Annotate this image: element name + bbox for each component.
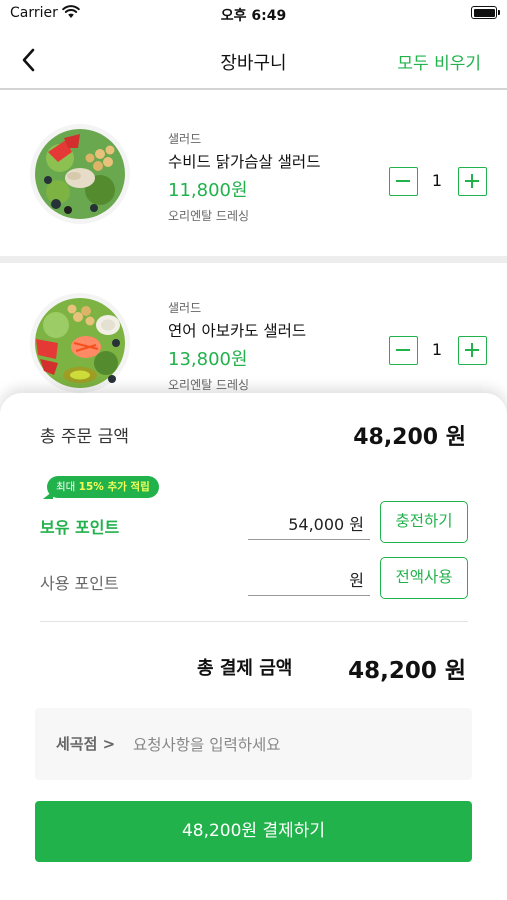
total-order-value: 48,200 원 <box>353 425 466 450</box>
quantity-value: 1 <box>431 340 443 359</box>
quantity-increase-button[interactable] <box>458 336 487 365</box>
use-points-label: 사용 포인트 <box>40 574 119 593</box>
final-amount-label: 총 결제 금액 <box>197 658 293 679</box>
status-time: 오후 6:49 <box>220 8 287 24</box>
charge-points-button[interactable]: 충전하기 <box>380 501 468 543</box>
quantity-increase-button[interactable] <box>458 167 487 196</box>
payment-summary-panel: 총 주문 금액 48,200 원 최대 15% 추가 적립 보유 포인트 54,… <box>0 393 507 900</box>
salmon-salad-image <box>30 293 130 393</box>
item-price: 11,800원 <box>168 180 248 201</box>
owned-points-value: 54,000 원 <box>288 515 364 534</box>
use-points-unit: 원 <box>349 571 364 590</box>
pay-button[interactable]: 48,200원 결제하기 <box>35 801 472 862</box>
badge-highlight: 15% 추가 적립 <box>78 481 150 493</box>
badge-prefix: 최대 <box>56 481 79 493</box>
point-reward-badge: 최대 15% 추가 적립 <box>43 476 159 499</box>
item-category: 샐러드 <box>168 301 202 315</box>
item-option: 오리엔탈 드레싱 <box>168 209 250 223</box>
nav-bar: 장바구니 모두 비우기 <box>0 34 507 90</box>
item-category: 샐러드 <box>168 132 202 146</box>
chicken-salad-image <box>30 124 130 224</box>
item-divider <box>0 256 507 263</box>
quantity-decrease-button[interactable] <box>389 167 418 196</box>
quantity-value: 1 <box>431 171 443 190</box>
use-points-input[interactable]: 원 <box>248 559 370 596</box>
battery-icon <box>471 6 500 19</box>
total-order-label: 총 주문 금액 <box>40 427 130 447</box>
item-price: 13,800원 <box>168 349 248 370</box>
request-input[interactable]: 세곡점 > 요청사항을 입력하세요 <box>35 708 472 780</box>
owned-points-label: 보유 포인트 <box>40 518 120 537</box>
clear-all-button[interactable]: 모두 비우기 <box>397 49 481 74</box>
summary-divider <box>40 621 468 622</box>
use-all-points-button[interactable]: 전액사용 <box>380 557 468 599</box>
cart-item: 샐러드 수비드 닭가슴살 샐러드 11,800원 오리엔탈 드레싱 1 <box>0 94 507 256</box>
item-option: 오리엔탈 드레싱 <box>168 378 250 392</box>
quantity-decrease-button[interactable] <box>389 336 418 365</box>
store-selector[interactable]: 세곡점 > <box>56 733 115 754</box>
final-amount-value: 48,200 원 <box>348 658 466 684</box>
owned-points-field: 54,000 원 <box>248 503 370 540</box>
request-placeholder: 요청사항을 입력하세요 <box>133 736 281 754</box>
status-bar: Carrier 오후 6:49 <box>0 0 507 28</box>
item-name: 수비드 닭가슴살 샐러드 <box>168 153 321 171</box>
item-name: 연어 아보카도 샐러드 <box>168 322 307 340</box>
